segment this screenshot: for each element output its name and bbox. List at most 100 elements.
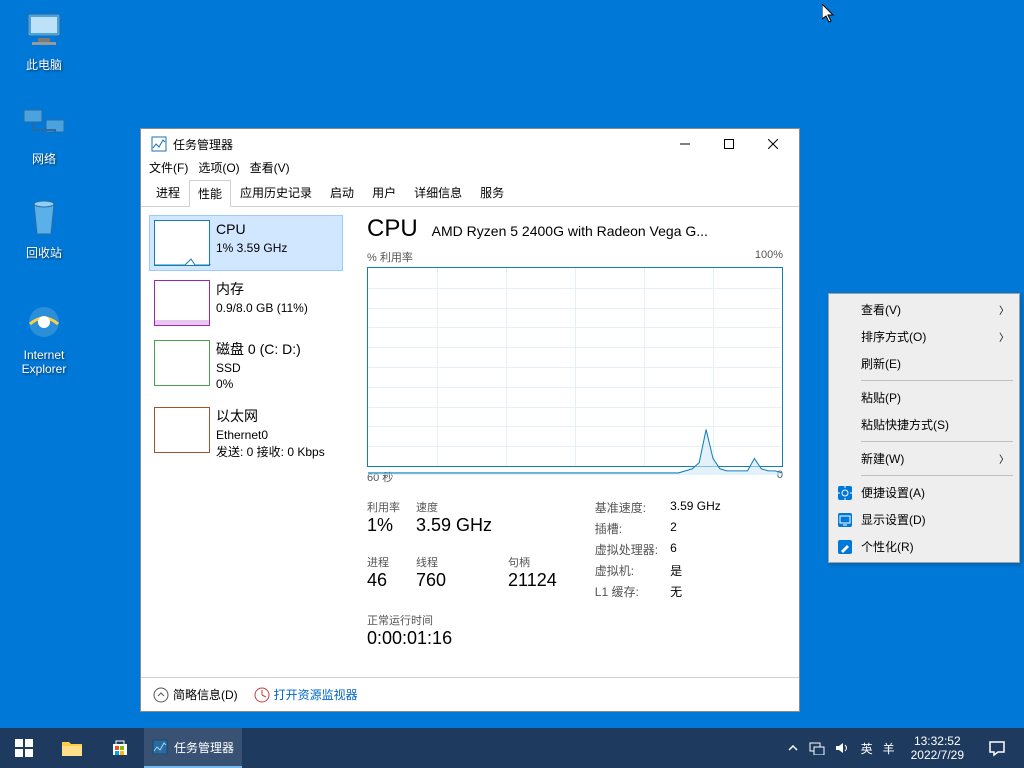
- tray-network-icon[interactable]: [809, 741, 825, 755]
- resource-title: 内存: [216, 280, 308, 300]
- uptime-label: 正常运行时间: [367, 612, 783, 628]
- desktop-icon-label: 回收站: [6, 244, 82, 261]
- menubar: 文件(F) 选项(O) 查看(V): [141, 159, 799, 179]
- resource-sub: 0.9/8.0 GB (11%): [216, 300, 308, 317]
- stat-label: 虚拟处理器:: [595, 541, 658, 558]
- yaxis-max: 100%: [755, 249, 783, 265]
- yaxis-label: % 利用率: [367, 249, 413, 265]
- menu-file[interactable]: 文件(F): [149, 159, 188, 179]
- detail-model: AMD Ryzen 5 2400G with Radeon Vega G...: [432, 223, 708, 239]
- tab-services[interactable]: 服务: [471, 179, 513, 206]
- recycle-bin-icon: [20, 194, 68, 242]
- taskbar-app-taskmgr[interactable]: 任务管理器: [144, 728, 242, 768]
- taskbar-notifications[interactable]: [974, 728, 1020, 768]
- tab-app-history[interactable]: 应用历史记录: [231, 179, 321, 206]
- cpu-chart[interactable]: [367, 267, 783, 467]
- personalize-icon: [837, 539, 853, 555]
- stat-value: 是: [670, 562, 721, 579]
- taskbar-time: 13:32:52: [911, 734, 964, 748]
- open-resmon-label: 打开资源监视器: [274, 686, 358, 703]
- network-icon: [20, 100, 68, 148]
- menu-options[interactable]: 选项(O): [198, 159, 239, 179]
- tray-ime-lang[interactable]: 英: [861, 740, 873, 757]
- context-separator: [861, 475, 1013, 476]
- uptime-value: 0:00:01:16: [367, 628, 783, 649]
- taskbar-explorer[interactable]: [48, 728, 96, 768]
- context-item[interactable]: 查看(V)〉: [831, 296, 1017, 323]
- taskmgr-icon: [152, 739, 168, 755]
- resource-memory[interactable]: 内存 0.9/8.0 GB (11%): [149, 275, 343, 331]
- menu-view[interactable]: 查看(V): [250, 159, 290, 179]
- desktop-icon-ie[interactable]: Internet Explorer: [6, 298, 82, 376]
- stat-label: 基准速度:: [595, 499, 658, 516]
- context-item[interactable]: 刷新(E): [831, 350, 1017, 377]
- stat-label: 插槽:: [595, 520, 658, 537]
- stat-cell: 速度3.59 GHz: [416, 499, 492, 546]
- stats-right: 基准速度:3.59 GHz插槽:2虚拟处理器:6虚拟机:是L1 缓存:无: [595, 499, 721, 600]
- stat-cell: 利用率1%: [367, 499, 400, 546]
- stat-cell: 进程46: [367, 554, 400, 601]
- resource-disk[interactable]: 磁盘 0 (C: D:) SSD 0%: [149, 335, 343, 398]
- stat-value: 无: [670, 583, 721, 600]
- context-item[interactable]: 新建(W)〉: [831, 445, 1017, 472]
- desktop-icon-recycle-bin[interactable]: 回收站: [6, 194, 82, 261]
- resource-sub: 1% 3.59 GHz: [216, 240, 287, 257]
- resource-ethernet[interactable]: 以太网 Ethernet0 发送: 0 接收: 0 Kbps: [149, 402, 343, 465]
- resource-title: 磁盘 0 (C: D:): [216, 340, 301, 360]
- context-item[interactable]: 排序方式(O)〉: [831, 323, 1017, 350]
- memory-thumbnail-icon: [154, 280, 210, 326]
- ethernet-thumbnail-icon: [154, 407, 210, 453]
- titlebar[interactable]: 任务管理器: [141, 129, 799, 159]
- tab-users[interactable]: 用户: [363, 179, 405, 206]
- desktop-icon-this-pc[interactable]: 此电脑: [6, 6, 82, 73]
- chevron-right-icon: 〉: [999, 451, 1009, 466]
- context-separator: [861, 380, 1013, 381]
- uptime: 正常运行时间 0:00:01:16: [367, 612, 783, 649]
- tab-processes[interactable]: 进程: [147, 179, 189, 206]
- tray-chevron-up-icon[interactable]: [787, 742, 799, 754]
- desktop-icon-network[interactable]: 网络: [6, 100, 82, 167]
- stat-value: 6: [670, 541, 721, 558]
- context-item[interactable]: 便捷设置(A): [831, 479, 1017, 506]
- stats-left: 利用率1% 速度3.59 GHz 进程46 线程760 句柄21124: [367, 499, 557, 600]
- desktop-icon-label: 网络: [6, 150, 82, 167]
- desktop-icon-label: 此电脑: [6, 56, 82, 73]
- resource-title: CPU: [216, 220, 287, 240]
- settings-icon: [837, 485, 853, 501]
- stat-cell: 线程760: [416, 554, 492, 601]
- start-button[interactable]: [0, 728, 48, 768]
- tray-volume-icon[interactable]: [835, 741, 851, 755]
- taskbar-store[interactable]: [96, 728, 144, 768]
- tray-ime-mode[interactable]: 羊: [883, 740, 895, 757]
- stat-cell: 句柄21124: [508, 554, 557, 601]
- taskbar-app-label: 任务管理器: [174, 739, 234, 756]
- tab-details[interactable]: 详细信息: [405, 179, 471, 206]
- resource-sub: Ethernet0: [216, 427, 325, 444]
- tab-performance[interactable]: 性能: [189, 180, 231, 207]
- desktop-icon-label: Internet Explorer: [6, 348, 82, 376]
- minimize-button[interactable]: [663, 129, 707, 159]
- maximize-button[interactable]: [707, 129, 751, 159]
- open-resmon-link[interactable]: 打开资源监视器: [254, 686, 358, 703]
- taskbar-clock[interactable]: 13:32:52 2022/7/29: [903, 734, 972, 763]
- resource-sub2: 0%: [216, 376, 301, 393]
- taskbar: 任务管理器 英 羊 13:32:52 2022/7/29: [0, 728, 1024, 768]
- fewer-details-button[interactable]: 简略信息(D): [153, 686, 238, 703]
- tab-startup[interactable]: 启动: [321, 179, 363, 206]
- desktop-context-menu: 查看(V)〉排序方式(O)〉刷新(E) 粘贴(P)粘贴快捷方式(S) 新建(W)〉便…: [828, 293, 1020, 563]
- window-footer: 简略信息(D) 打开资源监视器: [141, 677, 799, 711]
- ie-icon: [20, 298, 68, 346]
- store-icon: [111, 739, 129, 757]
- this-pc-icon: [20, 6, 68, 54]
- context-item[interactable]: 个性化(R): [831, 533, 1017, 560]
- task-manager-window: 任务管理器 文件(F) 选项(O) 查看(V) 进程 性能 应用历史记录 启动 …: [140, 128, 800, 712]
- close-button[interactable]: [751, 129, 795, 159]
- context-item[interactable]: 粘贴快捷方式(S): [831, 411, 1017, 438]
- resource-sub2: 发送: 0 接收: 0 Kbps: [216, 444, 325, 461]
- resource-cpu[interactable]: CPU 1% 3.59 GHz: [149, 215, 343, 271]
- stat-value: 3.59 GHz: [670, 499, 721, 516]
- context-item[interactable]: 粘贴(P): [831, 384, 1017, 411]
- fewer-details-label: 简略信息(D): [173, 686, 238, 703]
- context-item[interactable]: 显示设置(D): [831, 506, 1017, 533]
- app-icon: [151, 136, 167, 152]
